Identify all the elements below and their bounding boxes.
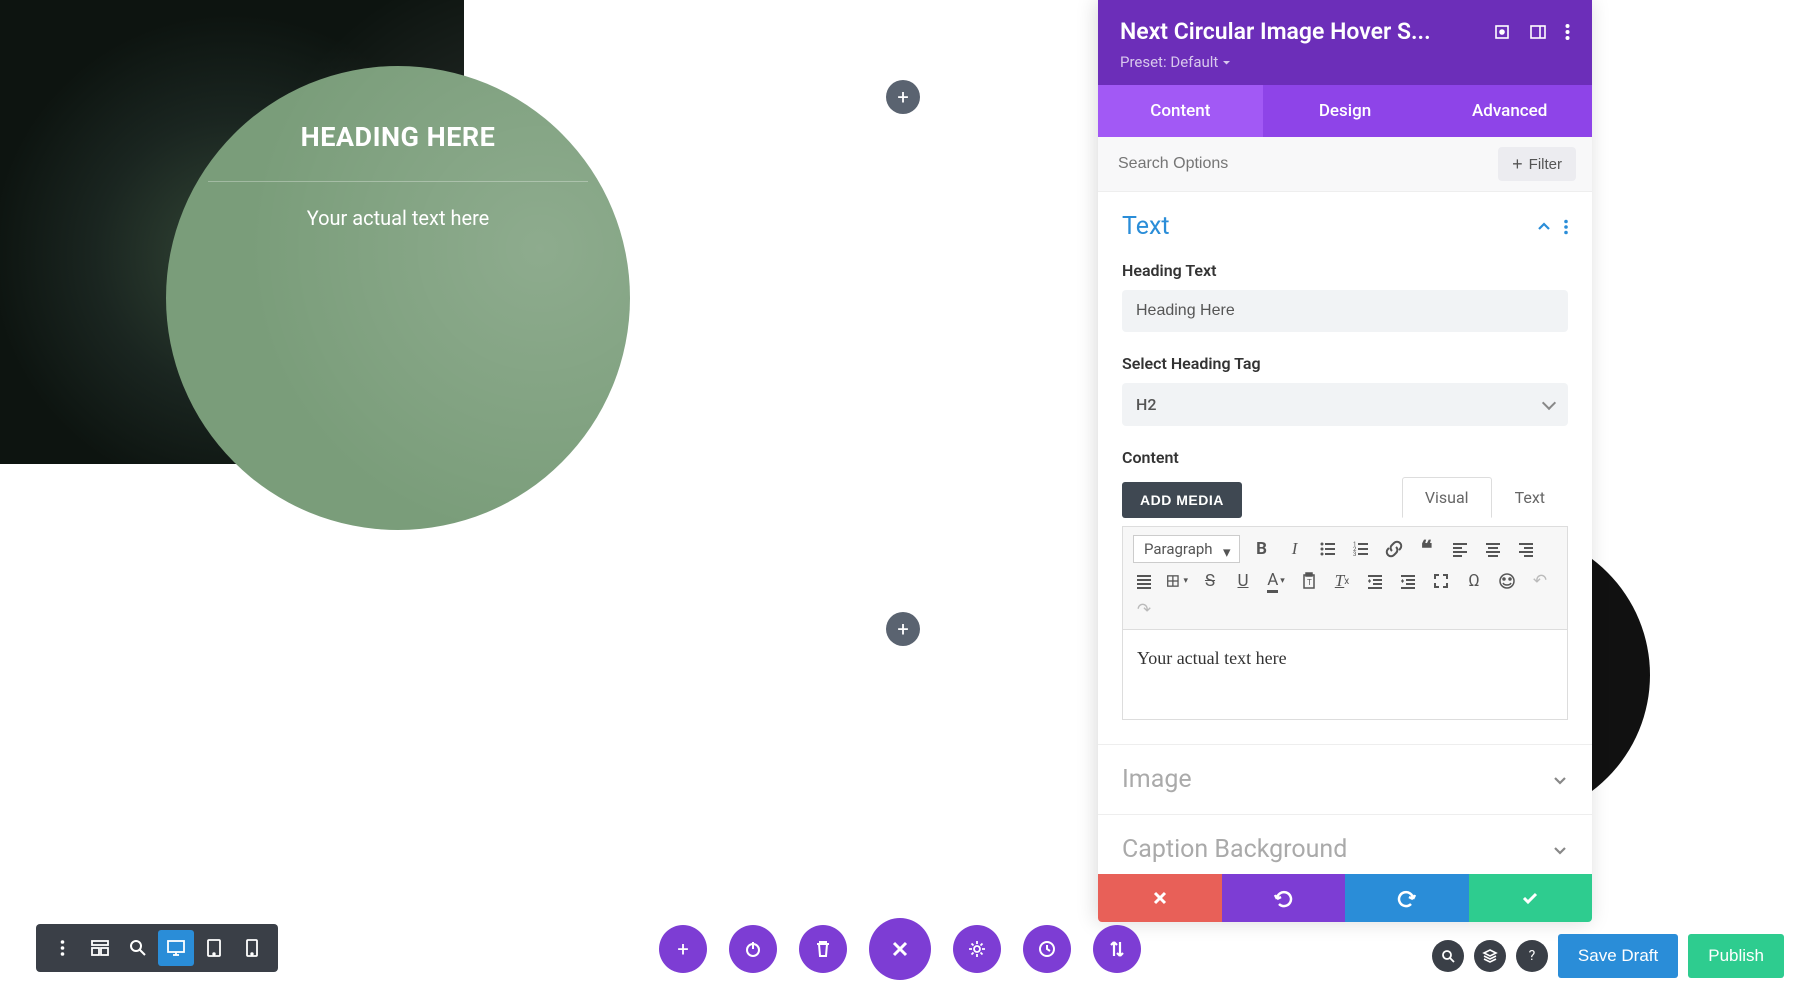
bold-icon[interactable]: B [1251, 538, 1273, 560]
help-icon[interactable]: ? [1516, 940, 1548, 972]
filter-button[interactable]: + Filter [1498, 147, 1576, 181]
add-module-button[interactable]: + [886, 612, 920, 646]
expand-icon[interactable] [1493, 23, 1511, 41]
outdent-icon[interactable] [1364, 570, 1386, 592]
snap-icon[interactable] [1529, 23, 1547, 41]
panel-footer [1098, 874, 1592, 922]
editor-tab-visual[interactable]: Visual [1402, 477, 1492, 518]
heading-tag-label: Select Heading Tag [1122, 354, 1568, 373]
clear-format-icon[interactable]: Tx [1331, 570, 1353, 592]
more-icon[interactable] [1565, 23, 1570, 41]
content-label: Content [1122, 448, 1568, 467]
tablet-view-icon[interactable] [196, 930, 232, 966]
section-text-body: Heading Text Select Heading Tag H2 Conte… [1098, 261, 1592, 744]
panel-tabs: Content Design Advanced [1098, 85, 1592, 137]
cancel-button[interactable] [1098, 874, 1222, 922]
undo-button[interactable] [1222, 874, 1346, 922]
add-section-button[interactable]: + [659, 925, 707, 973]
tab-content[interactable]: Content [1098, 85, 1263, 137]
wireframe-icon[interactable] [82, 930, 118, 966]
editor-toolbar: Paragraph ▾ B I 123 [1122, 526, 1568, 630]
view-toolbar [36, 924, 278, 972]
portability-icon[interactable] [1093, 925, 1141, 973]
paste-icon[interactable]: T [1298, 570, 1320, 592]
settings-icon[interactable] [953, 925, 1001, 973]
canvas: HEADING HERE Your actual text here + + N… [0, 0, 1800, 994]
preset-row: Preset: Default [1120, 53, 1570, 71]
section-caption-bg: Caption Background [1098, 815, 1592, 874]
preset-dropdown[interactable]: Default [1170, 53, 1231, 71]
indent-icon[interactable] [1397, 570, 1419, 592]
close-builder-button[interactable] [869, 918, 931, 980]
svg-text:T: T [1307, 578, 1312, 587]
panel-header: Next Circular Image Hover S... Preset: [1098, 0, 1592, 85]
fullscreen-icon[interactable] [1430, 570, 1452, 592]
underline-icon[interactable]: U [1232, 570, 1254, 592]
history-icon[interactable] [1023, 925, 1071, 973]
heading-tag-select[interactable]: H2 [1122, 383, 1568, 426]
heading-text-label: Heading Text [1122, 261, 1568, 280]
panel-body: Text Heading Text [1098, 192, 1592, 874]
align-justify-icon[interactable] [1133, 570, 1155, 592]
desktop-view-icon[interactable] [158, 930, 194, 966]
trash-icon[interactable] [799, 925, 847, 973]
quote-icon[interactable]: ❝ [1416, 538, 1438, 560]
align-right-icon[interactable] [1515, 538, 1537, 560]
number-list-icon[interactable]: 123 [1350, 538, 1372, 560]
strike-icon[interactable]: S [1199, 570, 1221, 592]
search-small-icon[interactable] [1432, 940, 1464, 972]
special-char-icon[interactable]: Ω [1463, 570, 1485, 592]
section-caption-bg-header[interactable]: Caption Background [1098, 815, 1592, 874]
menu-icon[interactable] [44, 930, 80, 966]
tab-design[interactable]: Design [1263, 85, 1428, 137]
publish-bar: ? Save Draft Publish [1432, 934, 1784, 978]
section-text-header[interactable]: Text [1098, 192, 1592, 261]
heading-text-input[interactable] [1122, 290, 1568, 332]
table-icon[interactable]: ▾ [1166, 570, 1188, 592]
publish-button[interactable]: Publish [1688, 934, 1784, 978]
editor-content[interactable]: Your actual text here [1122, 630, 1568, 720]
align-center-icon[interactable] [1482, 538, 1504, 560]
redo-button[interactable] [1345, 874, 1469, 922]
text-color-icon[interactable]: A▾ [1265, 570, 1287, 592]
chevron-down-icon [1552, 772, 1568, 788]
align-left-icon[interactable] [1449, 538, 1471, 560]
undo-icon[interactable]: ↶ [1529, 570, 1551, 592]
confirm-button[interactable] [1469, 874, 1593, 922]
save-draft-button[interactable]: Save Draft [1558, 934, 1678, 978]
editor-tab-text[interactable]: Text [1492, 477, 1568, 518]
section-image-header[interactable]: Image [1098, 745, 1592, 814]
search-input[interactable] [1114, 149, 1498, 179]
settings-panel: Next Circular Image Hover S... Preset: [1098, 0, 1592, 922]
section-text: Text Heading Text [1098, 192, 1592, 745]
emoji-icon[interactable] [1496, 570, 1518, 592]
page-actions: + [659, 918, 1141, 980]
italic-icon[interactable]: I [1284, 538, 1306, 560]
tab-advanced[interactable]: Advanced [1427, 85, 1592, 137]
add-module-button[interactable]: + [886, 80, 920, 114]
chevron-down-icon [1552, 842, 1568, 858]
link-icon[interactable] [1383, 538, 1405, 560]
add-media-button[interactable]: ADD MEDIA [1122, 482, 1242, 518]
chevron-up-icon [1536, 219, 1552, 235]
mobile-view-icon[interactable] [234, 930, 270, 966]
section-more-icon[interactable] [1564, 219, 1568, 235]
power-icon[interactable] [729, 925, 777, 973]
layers-icon[interactable] [1474, 940, 1506, 972]
zoom-icon[interactable] [120, 930, 156, 966]
circular-module-image[interactable] [0, 0, 464, 464]
section-image: Image [1098, 745, 1592, 815]
panel-title: Next Circular Image Hover S... [1120, 18, 1481, 45]
search-row: + Filter [1098, 137, 1592, 192]
redo-icon[interactable]: ↷ [1133, 599, 1155, 621]
paragraph-select[interactable]: Paragraph ▾ [1133, 535, 1240, 563]
bullet-list-icon[interactable] [1317, 538, 1339, 560]
svg-text:3: 3 [1353, 551, 1356, 558]
